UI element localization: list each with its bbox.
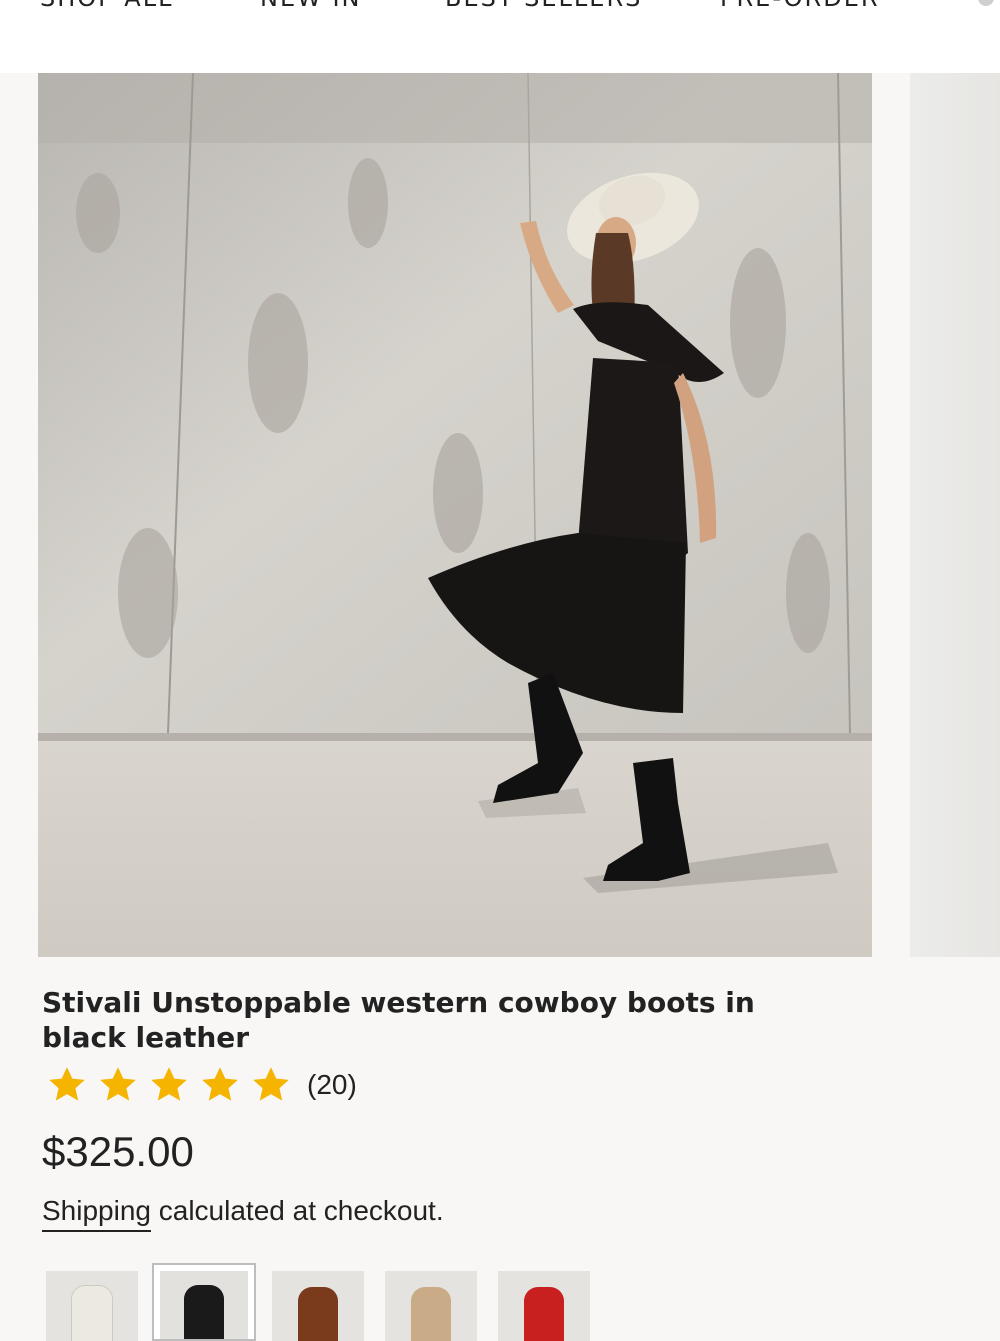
top-navigation: SHOP ALL NEW IN BEST SELLERS PRE-ORDER — [0, 0, 1000, 73]
star-icon — [49, 1067, 85, 1101]
rating-stars — [42, 1063, 297, 1107]
nav-pre-order[interactable]: PRE-ORDER — [720, 0, 880, 12]
color-swatches — [42, 1263, 642, 1341]
swatch-brown[interactable] — [272, 1271, 364, 1341]
nav-shop-all[interactable]: SHOP ALL — [40, 0, 173, 12]
cart-icon[interactable] — [978, 0, 994, 6]
product-price: $325.00 — [42, 1128, 194, 1175]
swatch-red[interactable] — [498, 1271, 590, 1341]
star-icon — [253, 1067, 289, 1101]
product-image[interactable] — [38, 73, 872, 957]
product-title: Stivali Unstoppable western cowboy boots… — [42, 986, 755, 1054]
product-photo — [38, 73, 872, 957]
swatch-cream[interactable] — [46, 1271, 138, 1341]
shipping-link[interactable]: Shipping — [42, 1195, 151, 1232]
product-rating[interactable]: (20) — [42, 1062, 357, 1108]
shipping-text: calculated at checkout. — [150, 1195, 444, 1226]
nav-best-sellers[interactable]: BEST SELLERS — [445, 0, 642, 12]
review-count[interactable]: (20) — [307, 1069, 357, 1101]
nav-new-in[interactable]: NEW IN — [260, 0, 362, 12]
next-slide-preview[interactable] — [910, 73, 1000, 957]
star-icon — [100, 1067, 136, 1101]
swatch-tan[interactable] — [385, 1271, 477, 1341]
shipping-note: Shipping calculated at checkout. — [42, 1195, 444, 1232]
star-icon — [202, 1067, 238, 1101]
star-icon — [151, 1067, 187, 1101]
swatch-black[interactable] — [152, 1263, 256, 1341]
